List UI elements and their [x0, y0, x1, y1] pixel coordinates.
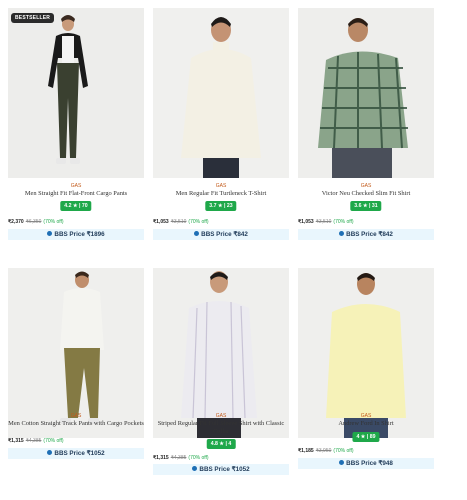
bbs-price-text: BBS Price ₹842	[346, 231, 393, 238]
rating-badge: 4.2 ★ | 70	[60, 201, 92, 211]
product-name[interactable]: Men Straight Fit Flat-Front Cargo Pants	[8, 190, 144, 198]
bbs-coin-icon	[339, 459, 345, 465]
bbs-price-bar: BBS Price ₹1052	[153, 464, 289, 475]
discount-text: (70% off)	[43, 438, 64, 444]
mrp-price: ₹3,950	[315, 448, 332, 454]
bbs-price-text: BBS Price ₹948	[346, 460, 393, 467]
product-brand: GAS	[360, 413, 372, 419]
mrp-price: ₹6,350	[25, 219, 42, 225]
bbs-price-bar: BBS Price ₹1052	[8, 448, 144, 459]
bbs-price-bar: BBS Price ₹842	[153, 229, 289, 240]
bbs-price-text: BBS Price ₹1896	[54, 231, 105, 238]
price-row: ₹1,315 ₹4,385 (70% off)	[153, 455, 209, 461]
product-name[interactable]: Men Cotton Straight Track Pants with Car…	[8, 420, 144, 428]
bbs-coin-icon	[339, 230, 345, 236]
bestseller-badge: BESTSELLER	[11, 13, 55, 23]
bbs-price-text: BBS Price ₹1052	[54, 450, 105, 457]
sale-price: ₹1,053	[153, 219, 169, 225]
rating-badge: 4.8 ★ | 4	[206, 439, 236, 449]
bbs-price-bar: BBS Price ₹842	[298, 229, 434, 240]
price-row: ₹1,053 ₹3,510 (70% off)	[153, 219, 209, 225]
price-row: ₹2,370 ₹6,350 (70% off)	[8, 219, 64, 225]
mrp-price: ₹3,510	[170, 219, 187, 225]
product-name[interactable]: Andrew Ford In Shirt	[298, 420, 434, 428]
rating-badge: 4 ★ | 89	[352, 432, 380, 442]
product-brand: GAS	[215, 413, 227, 419]
product-name[interactable]: Men Regular Fit Turtleneck T-Shirt	[153, 190, 289, 198]
rating-badge: 3.7 ★ | 23	[205, 201, 237, 211]
sale-price: ₹1,315	[8, 438, 24, 444]
price-row: ₹1,053 ₹3,510 (70% off)	[298, 219, 354, 225]
discount-text: (70% off)	[333, 448, 354, 454]
product-name[interactable]: Victor Neu Checked Slim Fit Shirt	[298, 190, 434, 198]
price-row: ₹1,185 ₹3,950 (70% off)	[298, 448, 354, 454]
bbs-price-text: BBS Price ₹842	[201, 231, 248, 238]
product-brand: GAS	[360, 183, 372, 189]
mrp-price: ₹4,385	[170, 455, 187, 461]
rating-badge: 3.6 ★ | 31	[350, 201, 382, 211]
product-brand: GAS	[70, 413, 82, 419]
bbs-price-text: BBS Price ₹1052	[199, 466, 250, 473]
discount-text: (70% off)	[188, 219, 209, 225]
bbs-coin-icon	[192, 465, 198, 471]
price-row: ₹1,315 ₹4,385 (70% off)	[8, 438, 64, 444]
bbs-coin-icon	[194, 230, 200, 236]
bbs-coin-icon	[47, 449, 53, 455]
mrp-price: ₹4,385	[25, 438, 42, 444]
product-brand: GAS	[215, 183, 227, 189]
discount-text: (70% off)	[333, 219, 354, 225]
discount-text: (70% off)	[188, 455, 209, 461]
mrp-price: ₹3,510	[315, 219, 332, 225]
sale-price: ₹2,370	[8, 219, 24, 225]
sale-price: ₹1,053	[298, 219, 314, 225]
bbs-price-bar: BBS Price ₹948	[298, 458, 434, 469]
product-name[interactable]: Striped Regular Fit Full Sleeve Shirt wi…	[153, 420, 289, 436]
product-image[interactable]: BESTSELLER	[8, 8, 144, 178]
product-brand: GAS	[70, 183, 82, 189]
sale-price: ₹1,315	[153, 455, 169, 461]
sale-price: ₹1,185	[298, 448, 314, 454]
bbs-coin-icon	[47, 230, 53, 236]
product-image[interactable]	[153, 8, 289, 178]
product-image[interactable]	[298, 8, 434, 178]
discount-text: (70% off)	[43, 219, 64, 225]
bbs-price-bar: BBS Price ₹1896	[8, 229, 144, 240]
